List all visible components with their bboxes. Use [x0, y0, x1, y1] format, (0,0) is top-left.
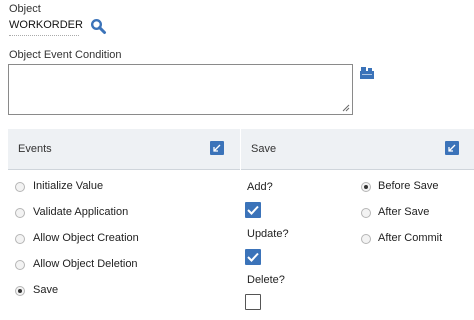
delete-label: Delete? — [247, 274, 285, 286]
radio-label: Initialize Value — [33, 180, 104, 192]
expression-builder-icon[interactable] — [359, 66, 375, 83]
radio-after-commit[interactable] — [361, 234, 371, 244]
radio-initialize-value[interactable] — [15, 182, 25, 192]
save-panel-title: Save — [251, 143, 277, 155]
update-label: Update? — [247, 228, 289, 240]
radio-allow-object-deletion[interactable] — [15, 260, 25, 270]
radio-label: Before Save — [378, 180, 439, 192]
radio-label: Allow Object Deletion — [33, 258, 138, 270]
radio-label: After Commit — [378, 232, 443, 244]
add-checkbox[interactable] — [245, 202, 261, 218]
radio-label: After Save — [378, 206, 430, 218]
events-panel-title: Events — [18, 143, 52, 155]
event-condition-label: Object Event Condition — [9, 49, 122, 61]
radio-save[interactable] — [15, 286, 25, 296]
radio-label: Validate Application — [33, 206, 129, 218]
collapse-icon[interactable] — [445, 141, 459, 155]
events-panel-header: Events — [8, 129, 240, 170]
add-label: Add? — [247, 181, 273, 193]
radio-validate-application[interactable] — [15, 208, 25, 218]
radio-after-save[interactable] — [361, 208, 371, 218]
radio-allow-object-creation[interactable] — [15, 234, 25, 244]
delete-checkbox[interactable] — [245, 294, 261, 310]
object-label: Object — [9, 3, 41, 15]
collapse-icon[interactable] — [210, 141, 224, 155]
radio-before-save[interactable] — [361, 182, 371, 192]
update-checkbox[interactable] — [245, 249, 261, 265]
magnifier-icon[interactable] — [90, 18, 107, 38]
resize-grip-icon[interactable] — [342, 104, 350, 112]
object-underline — [9, 35, 79, 36]
object-value[interactable]: WORKORDER — [9, 19, 83, 31]
radio-label: Save — [33, 284, 59, 296]
save-panel-header: Save — [241, 129, 474, 170]
event-condition-textarea[interactable] — [8, 64, 353, 115]
radio-label: Allow Object Creation — [33, 232, 139, 244]
